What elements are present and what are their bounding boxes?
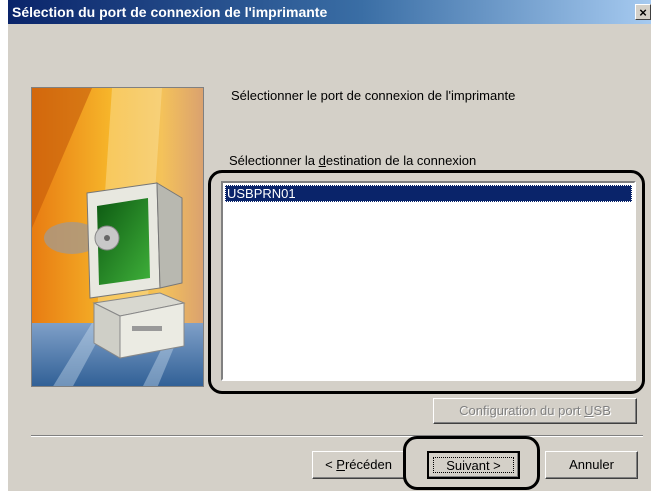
back-label-part2: récéden <box>344 457 392 472</box>
back-button[interactable]: < Précéden <box>312 451 405 479</box>
window-title: Sélection du port de connexion de l'impr… <box>12 4 328 20</box>
destination-listbox[interactable]: USBPRN01 <box>221 181 636 381</box>
list-item-usbprn01[interactable]: USBPRN01 <box>225 185 632 202</box>
cancel-label: Annuler <box>569 457 614 472</box>
page-heading: Sélectionner le port de connexion de l'i… <box>231 88 516 103</box>
back-label-accel: P <box>336 457 345 472</box>
close-button[interactable]: × <box>635 4 651 20</box>
destination-label-accel: d <box>318 153 326 168</box>
printer-port-dialog: Sélection du port de connexion de l'impr… <box>8 0 651 491</box>
usb-config-label-part1: Configuration du port <box>459 403 585 418</box>
destination-label: Sélectionner la destination de la connex… <box>229 153 476 168</box>
title-bar: Sélection du port de connexion de l'impr… <box>8 0 651 24</box>
wizard-illustration <box>31 87 204 387</box>
usb-config-label-accel: U <box>584 403 594 418</box>
destination-label-part2: estination de la connexion <box>325 153 477 168</box>
close-icon: × <box>639 5 647 20</box>
usb-port-config-button[interactable]: Configuration du port USB <box>433 398 637 424</box>
usb-config-label-part2: SB <box>593 403 611 418</box>
destination-label-part1: Sélectionner la <box>229 153 319 168</box>
focus-rect <box>433 457 514 473</box>
computer-illustration-icon <box>32 88 203 386</box>
back-label-part1: < <box>325 457 337 472</box>
next-button[interactable]: Suivant > <box>427 451 520 479</box>
cancel-button[interactable]: Annuler <box>545 451 638 479</box>
separator <box>31 435 643 437</box>
